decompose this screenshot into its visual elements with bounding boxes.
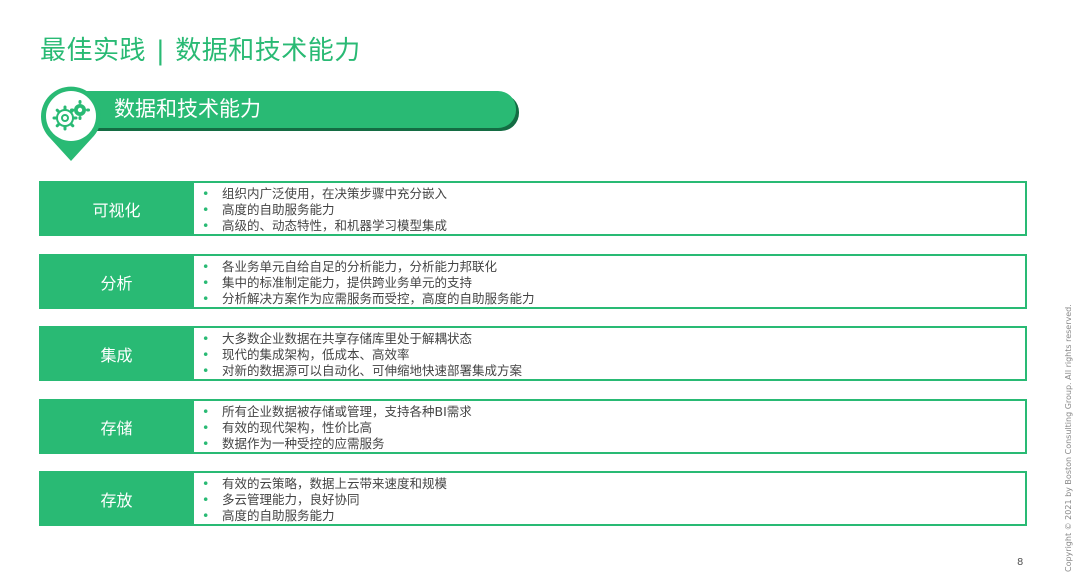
bullet-item: 多云管理能力，良好协同 <box>202 492 1025 508</box>
page-title: 最佳实践 | 数据和技术能力 <box>40 30 361 67</box>
row-label: 集成 <box>39 326 194 381</box>
page-title-main: 最佳实践 <box>40 36 147 66</box>
bullet-item: 高度的自助服务能力 <box>202 508 1025 524</box>
page-title-sub: 数据和技术能力 <box>175 36 361 66</box>
bullet-item: 高级的、动态特性，和机器学习模型集成 <box>202 218 1025 234</box>
capability-row: 存储 所有企业数据被存储或管理，支持各种BI需求 有效的现代架构，性价比高 数据… <box>39 399 1027 454</box>
bullet-item: 大多数企业数据在共享存储库里处于解耦状态 <box>202 331 1025 347</box>
section-banner-label: 数据和技术能力 <box>114 97 261 121</box>
capability-row: 分析 各业务单元自给自足的分析能力，分析能力邦联化 集中的标准制定能力，提供跨业… <box>39 254 1027 309</box>
bullet-item: 数据作为一种受控的应需服务 <box>202 436 1025 452</box>
bullet-item: 所有企业数据被存储或管理，支持各种BI需求 <box>202 404 1025 420</box>
capability-row: 存放 有效的云策略，数据上云带来速度和规模 多云管理能力，良好协同 高度的自助服… <box>39 471 1027 526</box>
row-body: 大多数企业数据在共享存储库里处于解耦状态 现代的集成架构，低成本、高效率 对新的… <box>194 326 1027 381</box>
bullet-item: 组织内广泛使用，在决策步骤中充分嵌入 <box>202 186 1025 202</box>
bullet-list: 所有企业数据被存储或管理，支持各种BI需求 有效的现代架构，性价比高 数据作为一… <box>202 404 1025 452</box>
section-banner: 数据和技术能力 <box>66 91 516 128</box>
bullet-list: 各业务单元自给自足的分析能力，分析能力邦联化 集中的标准制定能力，提供跨业务单元… <box>202 259 1025 307</box>
row-label: 分析 <box>39 254 194 309</box>
bullet-item: 有效的云策略，数据上云带来速度和规模 <box>202 476 1025 492</box>
row-body: 有效的云策略，数据上云带来速度和规模 多云管理能力，良好协同 高度的自助服务能力 <box>194 471 1027 526</box>
bullet-list: 组织内广泛使用，在决策步骤中充分嵌入 高度的自助服务能力 高级的、动态特性，和机… <box>202 186 1025 234</box>
bullet-item: 高度的自助服务能力 <box>202 202 1025 218</box>
row-body: 各业务单元自给自足的分析能力，分析能力邦联化 集中的标准制定能力，提供跨业务单元… <box>194 254 1027 309</box>
bullet-list: 大多数企业数据在共享存储库里处于解耦状态 现代的集成架构，低成本、高效率 对新的… <box>202 331 1025 379</box>
row-label: 存放 <box>39 471 194 526</box>
location-pin-marker <box>41 86 101 161</box>
title-separator: | <box>156 36 166 66</box>
row-label: 存储 <box>39 399 194 454</box>
bullet-list: 有效的云策略，数据上云带来速度和规模 多云管理能力，良好协同 高度的自助服务能力 <box>202 476 1025 524</box>
capability-row: 集成 大多数企业数据在共享存储库里处于解耦状态 现代的集成架构，低成本、高效率 … <box>39 326 1027 381</box>
bullet-item: 对新的数据源可以自动化、可伸缩地快速部署集成方案 <box>202 363 1025 379</box>
row-label: 可视化 <box>39 181 194 236</box>
bullet-item: 现代的集成架构，低成本、高效率 <box>202 347 1025 363</box>
bullet-item: 各业务单元自给自足的分析能力，分析能力邦联化 <box>202 259 1025 275</box>
page-number: 8 <box>1017 557 1024 568</box>
bullet-item: 有效的现代架构，性价比高 <box>202 420 1025 436</box>
capability-row: 可视化 组织内广泛使用，在决策步骤中充分嵌入 高度的自助服务能力 高级的、动态特… <box>39 181 1027 236</box>
row-body: 所有企业数据被存储或管理，支持各种BI需求 有效的现代架构，性价比高 数据作为一… <box>194 399 1027 454</box>
row-body: 组织内广泛使用，在决策步骤中充分嵌入 高度的自助服务能力 高级的、动态特性，和机… <box>194 181 1027 236</box>
bullet-item: 分析解决方案作为应需服务而受控，高度的自助服务能力 <box>202 291 1025 307</box>
bullet-item: 集中的标准制定能力，提供跨业务单元的支持 <box>202 275 1025 291</box>
copyright-notice: Copyright © 2021 by Boston Consulting Gr… <box>1064 304 1073 572</box>
